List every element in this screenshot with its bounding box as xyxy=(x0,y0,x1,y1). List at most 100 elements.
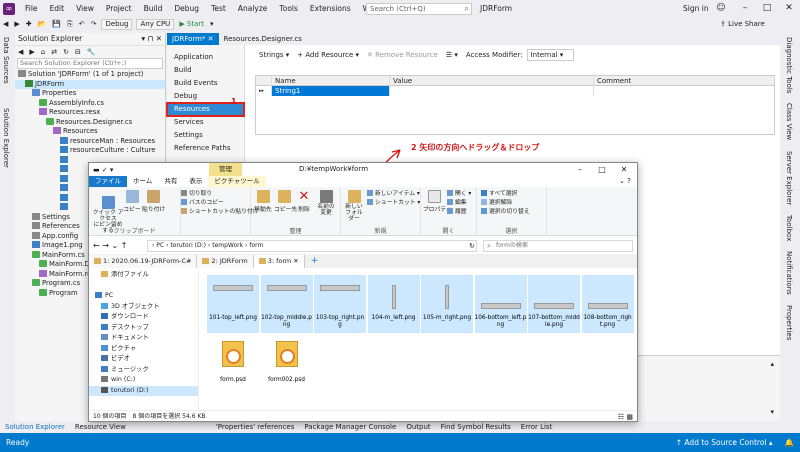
resources-toolbar-item[interactable]: ☰ ▾ xyxy=(442,49,462,61)
right-strip-tab[interactable]: Server Explorer xyxy=(785,151,793,205)
copy-path-button[interactable]: パスのコピー xyxy=(181,199,224,207)
tree-item[interactable]: resourceMan : Resources xyxy=(15,136,165,147)
navigation-node[interactable]: 3D オブジェクト xyxy=(89,302,198,313)
file-item[interactable]: 102-top_middle.png xyxy=(260,275,313,333)
menu-extensions[interactable]: Extensions xyxy=(304,0,357,17)
bottom-tab[interactable]: Output xyxy=(401,421,435,433)
redo-icon[interactable]: ↷ xyxy=(88,17,100,31)
rename-button[interactable]: 名前の 変更 xyxy=(314,190,338,216)
pin-icon[interactable]: ▾ ⊓ ✕ xyxy=(141,33,165,45)
refresh-icon[interactable]: ↻ xyxy=(469,240,475,252)
ribbon-tab[interactable]: 表示 xyxy=(183,176,208,187)
output-scroll-up-icon[interactable]: ▴ xyxy=(770,360,774,368)
solution-platform-select[interactable]: Any CPU xyxy=(136,18,175,30)
ribbon-tab[interactable]: ファイル xyxy=(89,176,127,187)
file-item[interactable]: form.psd xyxy=(207,337,259,395)
navigation-node[interactable]: ドキュメント xyxy=(89,333,198,344)
manage-context-tab[interactable]: 管理 xyxy=(209,163,242,176)
minimize-icon[interactable]: – xyxy=(734,0,756,17)
explorer-folder-tab[interactable]: 1: 2020.06.19-JDRForm-C# xyxy=(89,255,198,268)
new-project-icon[interactable]: ✚ xyxy=(23,17,35,31)
bottom-tab[interactable]: Error List xyxy=(516,421,558,433)
file-item[interactable]: 101-top_left.png xyxy=(207,275,259,333)
menu-debug[interactable]: Debug xyxy=(168,0,205,17)
tree-item[interactable]: Resources xyxy=(15,127,165,137)
notification-bell-icon[interactable]: 🔔 xyxy=(779,433,800,452)
navigation-node[interactable]: ビデオ xyxy=(89,354,198,365)
view-toggle-icon[interactable]: ☷ ▦ xyxy=(618,413,637,421)
file-item[interactable]: 108-bottom_right.png xyxy=(581,275,634,333)
start-button[interactable]: ▶ Start xyxy=(176,17,207,31)
grid-cell-comment[interactable] xyxy=(594,86,774,96)
save-icon[interactable]: 💾 xyxy=(49,17,64,31)
paste-button[interactable]: 貼り付け xyxy=(142,190,165,213)
menu-project[interactable]: Project xyxy=(100,0,138,17)
project-nav-services[interactable]: Services xyxy=(167,116,244,129)
new-folder-button[interactable]: 新しい フォルダー xyxy=(343,190,365,222)
se-sync-icon[interactable]: ⇄ xyxy=(48,45,60,59)
tree-item[interactable]: AssemblyInfo.cs xyxy=(15,98,165,109)
copy-button[interactable]: コピー xyxy=(123,190,141,213)
right-strip-tab[interactable]: Class View xyxy=(785,103,793,140)
menu-view[interactable]: View xyxy=(70,0,100,17)
sign-in-link[interactable]: Sign in xyxy=(683,3,709,15)
bottom-tab[interactable]: Package Manager Console xyxy=(299,421,401,433)
navigate-back-icon[interactable]: ◀ xyxy=(0,17,11,31)
file-item[interactable]: 106-bottom_left.png xyxy=(474,275,527,333)
address-input[interactable]: › PC › torutori (D:) › tempWork › form xyxy=(147,240,477,252)
tree-item[interactable]: resourceCulture : Culture xyxy=(15,146,165,156)
bottom-tab[interactable]: Find Symbol Results xyxy=(436,421,516,433)
file-item[interactable]: 103-top_right.png xyxy=(314,275,366,333)
bottom-tab[interactable]: 'Properties' references xyxy=(211,421,300,433)
navigation-node[interactable] xyxy=(89,281,198,292)
quick-launch-search-input[interactable]: Search (Ctrl+Q) ⌕ xyxy=(366,3,472,15)
ribbon-tab[interactable]: ホーム xyxy=(127,176,158,187)
tree-item[interactable]: Solution 'JDRForm' (1 of 1 project) xyxy=(15,70,165,80)
file-item[interactable]: 107-bottom_middle.png xyxy=(528,275,580,333)
project-nav-reference-paths[interactable]: Reference Paths xyxy=(167,142,244,155)
live-share-button[interactable]: ⇪ Live Share xyxy=(720,17,765,31)
file-item[interactable]: form002.psd xyxy=(261,337,313,395)
select-all-button[interactable]: すべて選択 xyxy=(481,190,517,198)
feedback-icon[interactable]: ☺ xyxy=(710,0,732,17)
navigation-node[interactable]: win (C:) xyxy=(89,375,198,386)
grid-cell-value[interactable] xyxy=(390,86,594,96)
se-properties-icon[interactable]: 🔧 xyxy=(84,45,99,59)
se-forward-icon[interactable]: ▶ xyxy=(26,45,37,59)
navigation-node[interactable]: デスクトップ xyxy=(89,323,198,334)
document-tab[interactable]: Resources.Designer.cs xyxy=(219,33,307,45)
nav-arrows-icon[interactable]: ← → ⌄ ↑ xyxy=(93,240,127,252)
project-nav-build-events[interactable]: Build Events xyxy=(167,77,244,90)
project-nav-build[interactable]: Build xyxy=(167,64,244,77)
shortcut-button[interactable]: ショートカット ▾ xyxy=(367,199,420,207)
project-nav-application[interactable]: Application xyxy=(167,51,244,64)
se-collapse-icon[interactable]: ⊟ xyxy=(72,45,84,59)
file-item[interactable]: 104-m_left.png xyxy=(367,275,420,333)
explorer-quick-access-icons[interactable]: ▬ ✓ ▾ xyxy=(89,166,113,174)
grid-row[interactable]: ▸▸ String1 xyxy=(256,86,774,96)
se-refresh-icon[interactable]: ↻ xyxy=(60,45,72,59)
navigate-forward-icon[interactable]: ▶ xyxy=(11,17,22,31)
tree-item[interactable]: Resources.Designer.cs xyxy=(15,117,165,128)
file-item[interactable]: 105-m_right.png xyxy=(421,275,473,333)
bottom-tab[interactable]: Solution Explorer xyxy=(0,421,70,433)
explorer-search-input[interactable]: ⌕ formの検索 xyxy=(483,240,633,252)
menu-edit[interactable]: Edit xyxy=(44,0,71,17)
menu-file[interactable]: File xyxy=(19,0,44,17)
history-button[interactable]: 履歴 xyxy=(447,208,467,216)
project-nav-settings[interactable]: Settings xyxy=(167,129,244,142)
edit-button[interactable]: 編集 xyxy=(447,199,467,207)
maximize-icon[interactable]: □ xyxy=(756,0,778,17)
navigation-node[interactable]: torutori (D:) xyxy=(89,385,198,396)
grid-cell-name[interactable]: String1 xyxy=(272,86,390,96)
properties-button[interactable]: プロパティ xyxy=(423,190,452,213)
save-all-icon[interactable]: ⎘ xyxy=(64,17,76,31)
tree-item[interactable]: Resources.resx xyxy=(15,108,165,118)
solution-explorer-search-input[interactable]: Search Solution Explorer (Ctrl+;) xyxy=(17,58,163,69)
paste-shortcut-button[interactable]: ショートカットの貼り付け xyxy=(181,208,259,216)
bottom-tab[interactable]: Resource View xyxy=(70,421,131,433)
resources-toolbar-item[interactable]: ✕ Remove Resource xyxy=(363,49,442,61)
explorer-close-icon[interactable]: ✕ xyxy=(613,163,635,176)
resources-toolbar-item[interactable]: Strings ▾ xyxy=(255,49,293,61)
move-to-button[interactable]: 移動先 xyxy=(253,190,273,213)
